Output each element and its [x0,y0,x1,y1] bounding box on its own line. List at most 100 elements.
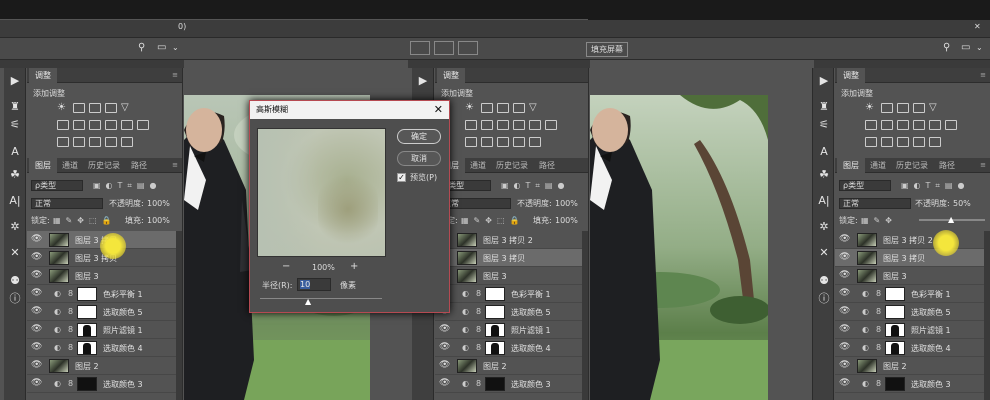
layer-row[interactable]: 👁 图层 2 [835,357,984,375]
link-chain-icon[interactable]: 8 [68,343,73,352]
link-chain-icon[interactable]: 8 [876,343,881,352]
layer-row[interactable]: 👁◐8选取颜色 5 [27,303,176,321]
layer-row[interactable]: 👁 ◐ 8 选取颜色 4 [435,339,582,357]
zoom-option-button[interactable] [410,41,430,55]
posterize-icon[interactable] [481,137,493,147]
fill-screen-button[interactable]: 填充屏幕 [586,42,628,57]
gradient-map-icon[interactable] [105,137,117,147]
visibility-eye-icon[interactable]: 👁 [839,342,850,352]
vibrance-icon[interactable]: ▽ [529,103,541,113]
info-icon[interactable]: ⓘ [7,290,23,306]
sliders-icon[interactable]: ⚟ [816,116,832,132]
lookup-icon[interactable] [945,120,957,130]
visibility-eye-icon[interactable]: 👁 [31,342,42,352]
layer-row[interactable]: 👁◐8色彩平衡 1 [435,285,582,303]
tab-history[interactable]: 历史记录 [490,158,534,173]
visibility-eye-icon[interactable]: 👁 [439,378,450,388]
bw-icon[interactable] [89,120,101,130]
radius-slider-track[interactable] [260,298,382,299]
layer-row[interactable]: 👁 ◐ 8 选取颜色 3 [835,375,984,393]
brightness-icon[interactable]: ☀ [57,103,69,113]
filter-icons[interactable]: ▣◐T⌗▤● [501,180,569,192]
layer-row[interactable]: 👁 图层 3 [27,267,176,285]
link-chain-icon[interactable]: 8 [476,289,481,298]
opacity-value[interactable]: 50% [953,198,971,210]
visibility-eye-icon[interactable]: 👁 [439,360,450,370]
threshold-icon[interactable] [897,137,909,147]
exposure-icon[interactable] [913,103,925,113]
vibrance-icon[interactable]: ▽ [929,103,941,113]
link-chain-icon[interactable]: 8 [476,325,481,334]
tab-layers[interactable]: 图层 [837,158,865,173]
hue-icon[interactable] [465,120,477,130]
selective-color-icon[interactable] [529,137,541,147]
posterize-icon[interactable] [881,137,893,147]
tab-history[interactable]: 历史记录 [890,158,934,173]
mixer-icon[interactable] [529,120,541,130]
clone-stamp-icon[interactable]: ♜ [816,98,832,114]
exposure-icon[interactable] [105,103,117,113]
info-icon[interactable]: ⓘ [816,290,832,306]
layer-row[interactable]: 👁◐8选取颜色 5 [435,303,582,321]
curves-icon[interactable] [497,103,509,113]
visibility-eye-icon[interactable]: 👁 [839,324,850,334]
lock-icons[interactable]: ▦✎✥ [861,215,897,227]
tab-adjustments[interactable]: 调整 [437,68,465,83]
gradient-map-icon[interactable] [513,137,525,147]
layer-row[interactable]: 👁◐8色彩平衡 1 [27,285,176,303]
lock-icons[interactable]: ▦✎✥⬚🔒 [53,215,116,227]
layer-row[interactable]: 👁◐8色彩平衡 1 [835,285,984,303]
search-icon[interactable]: ⚲ [943,42,950,53]
visibility-eye-icon[interactable]: 👁 [839,288,850,298]
character-icon[interactable]: A [7,143,23,159]
link-chain-icon[interactable]: 8 [876,307,881,316]
link-chain-icon[interactable]: 8 [68,379,73,388]
visibility-eye-icon[interactable]: 👁 [839,234,850,244]
brightness-icon[interactable]: ☀ [465,103,477,113]
clone-stamp-icon[interactable]: ♜ [7,98,23,114]
balance-icon[interactable] [881,120,893,130]
tools-cross-icon[interactable]: ✕ [7,244,23,260]
layer-filter-select[interactable]: ρ类型 [839,180,891,191]
posterize-icon[interactable] [73,137,85,147]
gradient-map-icon[interactable] [913,137,925,147]
visibility-eye-icon[interactable]: 👁 [839,306,850,316]
visibility-eye-icon[interactable]: 👁 [31,234,42,244]
blur-preview[interactable] [257,128,386,257]
close-icon[interactable]: ✕ [434,103,443,116]
balance-icon[interactable] [481,120,493,130]
layer-row[interactable]: 👁◐8选取颜色 5 [835,303,984,321]
radius-slider-thumb[interactable]: ▲ [305,297,311,306]
brush-settings-icon[interactable]: ☘ [7,166,23,182]
threshold-icon[interactable] [89,137,101,147]
hue-icon[interactable] [865,120,877,130]
lookup-icon[interactable] [545,120,557,130]
curves-icon[interactable] [89,103,101,113]
selective-color-icon[interactable] [121,137,133,147]
fill-value[interactable]: 100% [555,215,578,227]
photo-filter-icon[interactable] [105,120,117,130]
levels-icon[interactable] [73,103,85,113]
zoom-in-icon[interactable]: + [350,261,358,272]
visibility-eye-icon[interactable]: 👁 [439,324,450,334]
layer-row[interactable]: 👁 ◐ 8 照片滤镜 1 [835,321,984,339]
filter-icons[interactable]: ▣◐T⌗▤● [93,180,161,192]
tab-history[interactable]: 历史记录 [82,158,126,173]
blend-mode-select[interactable]: 正常 [839,198,911,209]
invert-icon[interactable] [57,137,69,147]
mixer-icon[interactable] [929,120,941,130]
layer-row[interactable]: 👁 ◐ 8 照片滤镜 1 [27,321,176,339]
brightness-icon[interactable]: ☀ [865,103,877,113]
chevron-down-icon[interactable]: ⌄ [172,43,179,52]
bw-icon[interactable] [897,120,909,130]
play-icon[interactable]: ▶ [415,72,431,88]
selective-color-icon[interactable] [929,137,941,147]
tab-paths[interactable]: 路径 [533,158,561,173]
character-icon[interactable]: A [816,143,832,159]
levels-icon[interactable] [481,103,493,113]
tools-cross-icon[interactable]: ✕ [816,244,832,260]
workspace-icon[interactable]: ▭ [961,42,970,53]
tab-paths[interactable]: 路径 [933,158,961,173]
brush-settings-icon[interactable]: ☘ [816,166,832,182]
opacity-value[interactable]: 100% [147,198,170,210]
